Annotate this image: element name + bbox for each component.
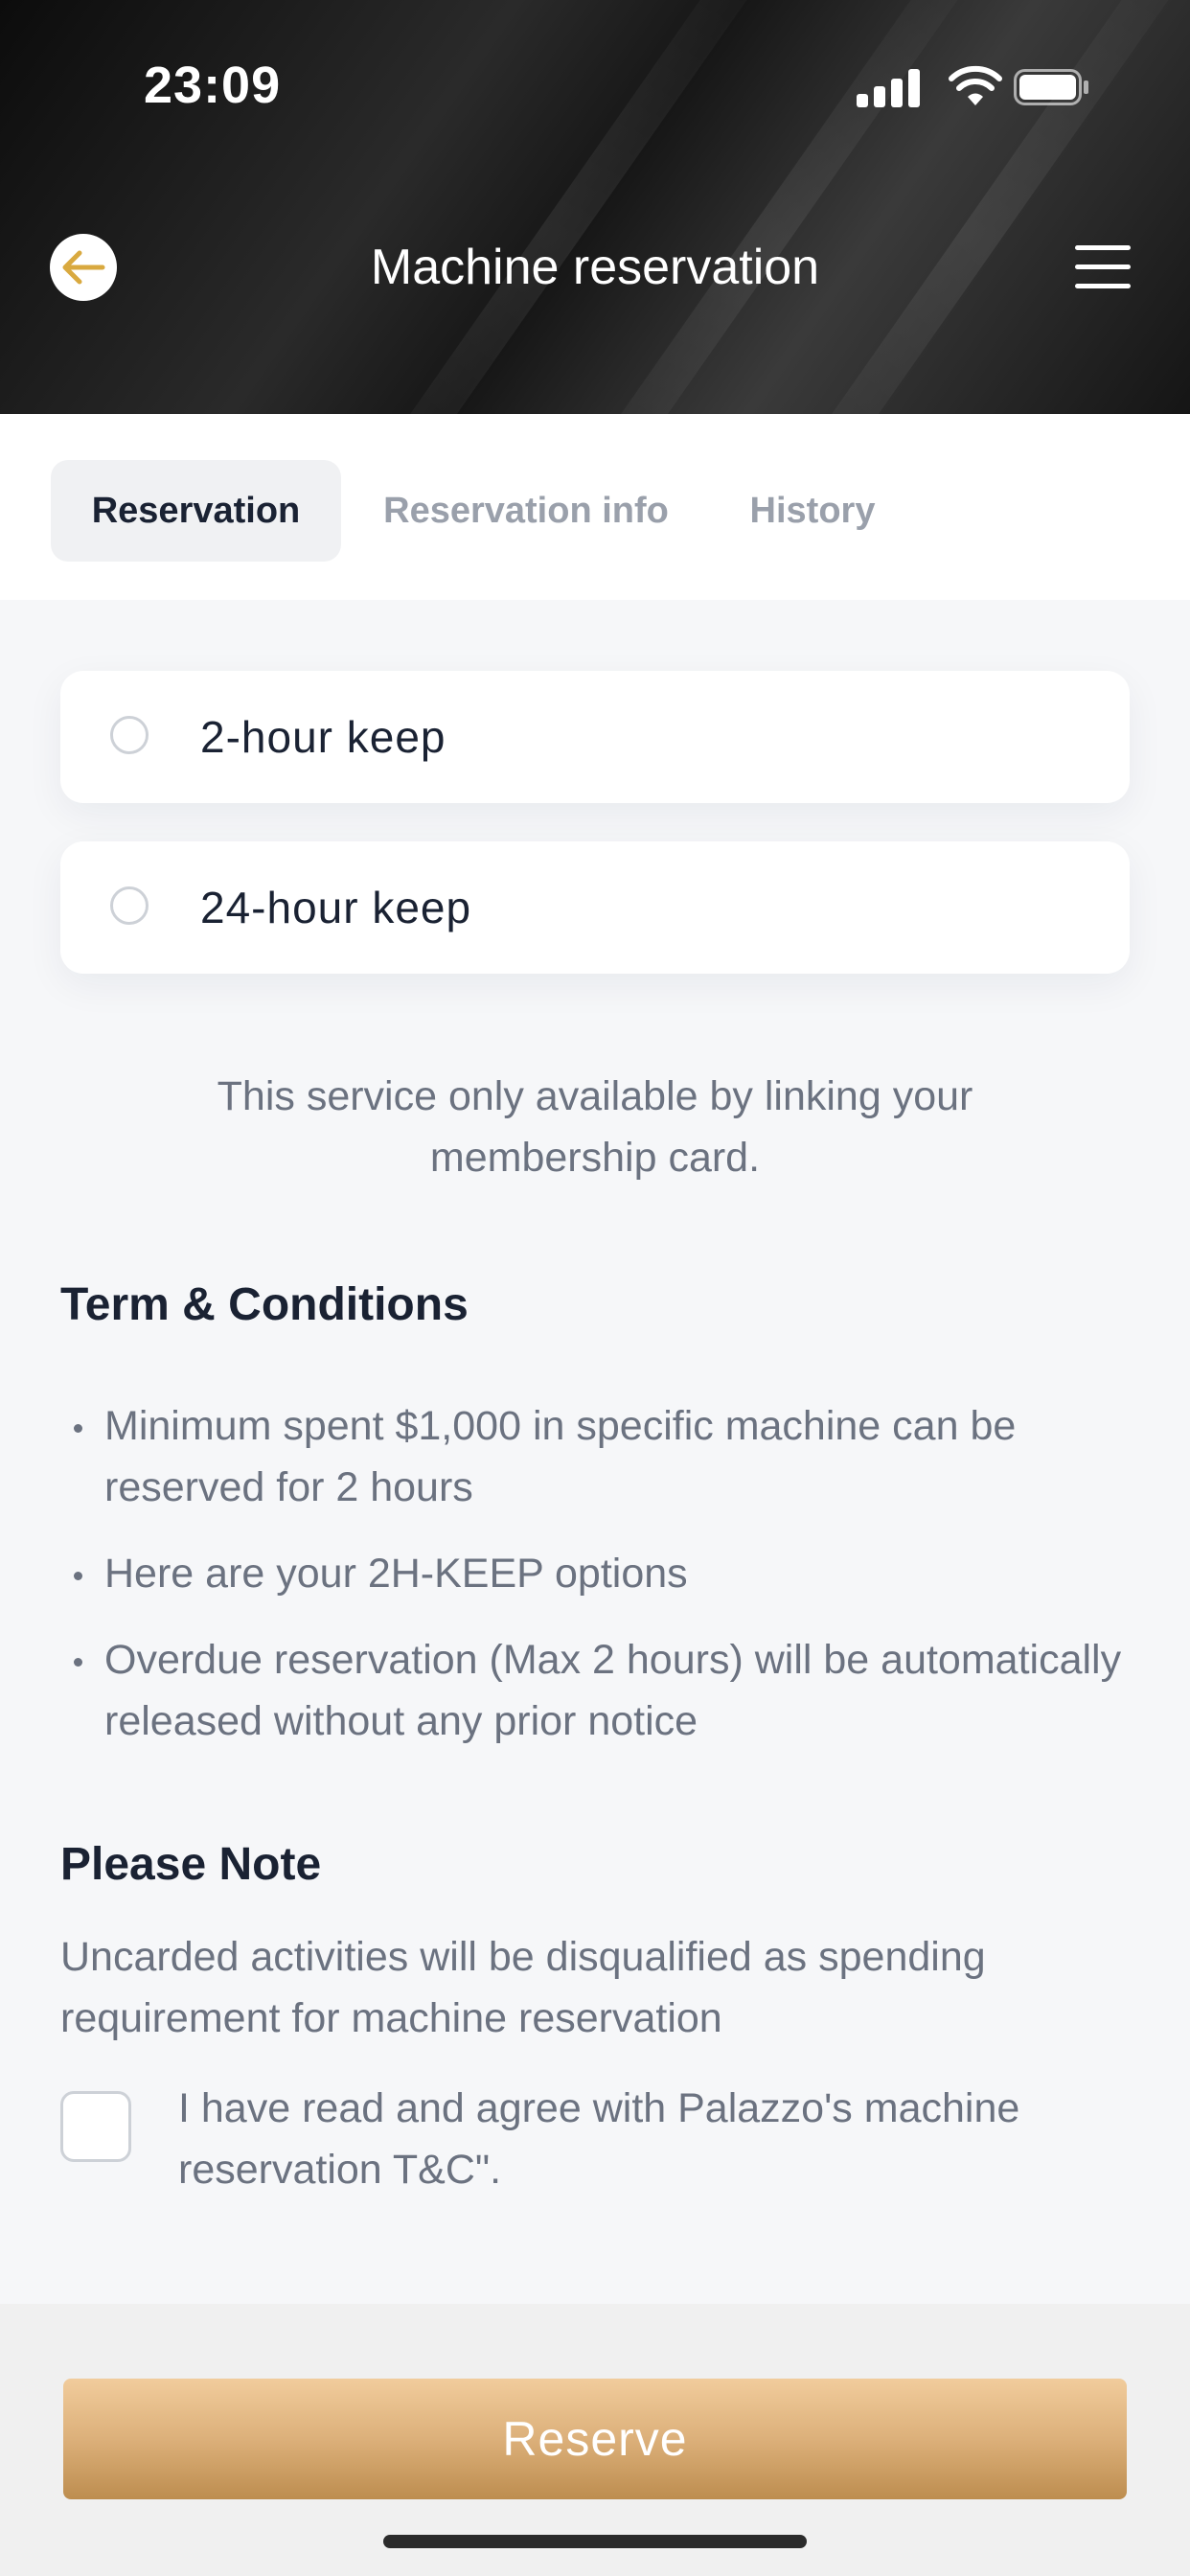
hamburger-menu-icon-line (1075, 245, 1131, 250)
status-bar-time: 23:09 (144, 57, 282, 114)
option-2-hour-keep[interactable]: 2-hour keep (60, 671, 1130, 803)
menu-button[interactable] (1075, 245, 1131, 289)
please-note-text: Uncarded activities will be disqualified… (60, 1934, 986, 2041)
tab-reservation-info[interactable]: Reservation info (358, 460, 694, 562)
please-note-heading: Please Note (60, 1839, 322, 1890)
membership-notice: This service only available by linking y… (217, 1073, 973, 1181)
tab-bar: Reservation Reservation info History (0, 414, 1190, 600)
option-24-hour-keep[interactable]: 24-hour keep (60, 841, 1130, 974)
list-item: Here are your 2H-KEEP options (60, 1543, 1143, 1604)
tab-reservation[interactable]: Reservation (51, 460, 341, 562)
tab-history[interactable]: History (726, 460, 899, 562)
home-indicator (383, 2535, 807, 2548)
list-item: Overdue reservation (Max 2 hours) will b… (60, 1629, 1143, 1752)
terms-list: Minimum spent $1,000 in specific machine… (60, 1395, 1143, 1777)
header-background-streak (292, 0, 819, 414)
header: 23:09 Machine reservation (0, 0, 1190, 414)
page-title: Machine reservation (370, 240, 820, 295)
radio-button[interactable] (110, 886, 149, 925)
list-item: Minimum spent $1,000 in specific machine… (60, 1395, 1143, 1518)
agree-label[interactable]: I have read and agree with Palazzo's mac… (178, 2078, 1146, 2200)
wifi-icon (949, 65, 1002, 105)
terms-heading: Term & Conditions (60, 1279, 469, 1330)
battery-icon (1014, 69, 1088, 105)
hamburger-menu-icon-line (1075, 264, 1131, 269)
reserve-button[interactable]: Reserve (63, 2379, 1127, 2499)
option-label: 2-hour keep (200, 712, 446, 762)
cellular-signal-icon (857, 69, 924, 107)
hamburger-menu-icon-line (1075, 284, 1131, 288)
option-label: 24-hour keep (200, 883, 472, 932)
agree-checkbox[interactable] (60, 2091, 131, 2162)
radio-button[interactable] (110, 716, 149, 754)
